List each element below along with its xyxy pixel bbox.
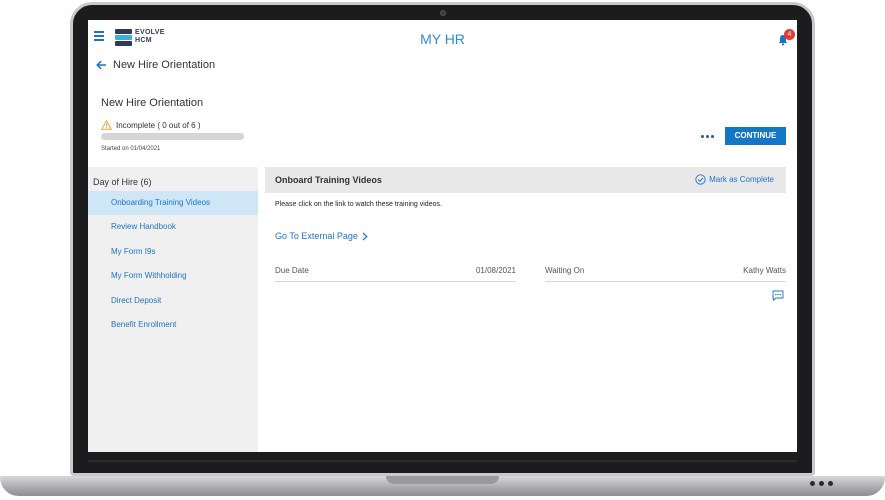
status-row: Incomplete ( 0 out of 6 ) [101,120,201,130]
sidebar-item-my-form-i9s[interactable]: My Form I9s [88,240,258,264]
base-dots [810,481,833,486]
waiting-on-value: Kathy Watts [743,266,786,275]
more-icon[interactable] [699,130,715,142]
sidebar-item-direct-deposit[interactable]: Direct Deposit [88,289,258,313]
panel-title: Onboard Training Videos [275,175,382,185]
continue-button[interactable]: CONTINUE [725,127,786,145]
chat-icon[interactable] [772,290,784,301]
sidebar-group-label: Day of Hire (6) [93,177,152,187]
external-page-link[interactable]: Go To External Page [275,231,368,241]
sidebar-item-onboarding-training-videos[interactable]: Onboarding Training Videos [88,191,258,215]
waiting-on-row: Waiting On Kathy Watts [545,264,786,282]
notification-badge: 4 [784,29,795,40]
status-text: Incomplete ( 0 out of 6 ) [116,120,201,130]
check-circle-icon [695,174,706,185]
waiting-on-label: Waiting On [545,266,585,275]
laptop-notch [386,476,499,484]
app-title: MY HR [420,31,465,47]
app-header: EVOLVE HCM MY HR 4 [88,20,797,58]
task-sidebar: Day of Hire (6) Onboarding Training Vide… [88,167,258,452]
mark-as-complete-label: Mark as Complete [709,175,774,184]
sidebar-item-review-handbook[interactable]: Review Handbook [88,215,258,239]
instructions-text: Please click on the link to watch these … [275,201,442,208]
breadcrumb-label: New Hire Orientation [113,59,216,71]
due-date-row: Due Date 01/08/2021 [275,264,516,282]
laptop-mockup: EVOLVE HCM MY HR 4 New Hire Orientation … [0,0,885,500]
sidebar-item-benefit-enrollment[interactable]: Benefit Enrollment [88,313,258,337]
back-arrow-icon [96,60,106,70]
app-screen: EVOLVE HCM MY HR 4 New Hire Orientation … [88,20,797,452]
webcam [440,10,446,16]
mark-as-complete-button[interactable]: Mark as Complete [695,174,774,185]
panel-header: Onboard Training Videos Mark as Complete [265,167,786,193]
external-link-label: Go To External Page [275,231,358,241]
task-title: New Hire Orientation [101,97,204,109]
back-to-orientation[interactable]: New Hire Orientation [96,59,215,71]
due-date-label: Due Date [275,266,309,275]
warning-icon [101,120,112,130]
progress-bar [101,133,244,140]
bezel-line [88,460,797,462]
due-date-value: 01/08/2021 [475,266,516,275]
sidebar-item-my-form-withholding[interactable]: My Form Withholding [88,264,258,288]
chevron-right-icon [362,232,368,240]
started-date: Started on 01/04/2021 [101,146,161,152]
